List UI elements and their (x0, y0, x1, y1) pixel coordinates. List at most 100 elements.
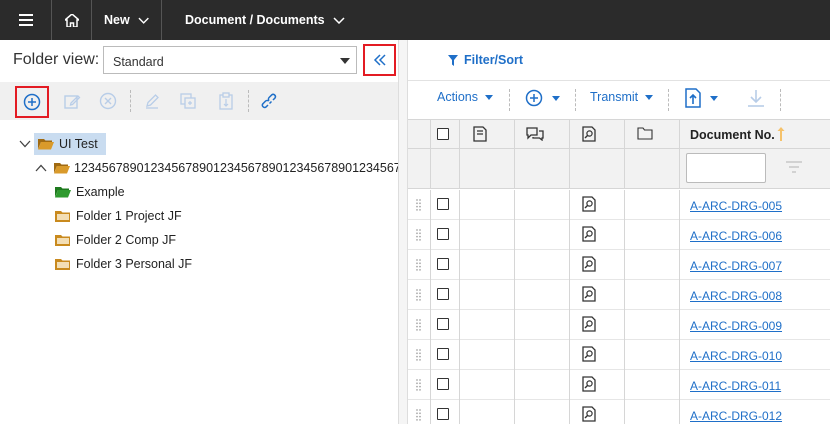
document-search-icon[interactable] (574, 196, 604, 212)
download-icon (748, 90, 764, 107)
remove-folder-button[interactable] (94, 87, 122, 115)
table-row[interactable]: A-ARC-DRG-009 (408, 310, 830, 340)
column-divider (569, 280, 570, 310)
document-search-icon[interactable] (574, 346, 604, 362)
chevron-down-icon[interactable] (19, 140, 31, 148)
add-document-menu[interactable] (525, 89, 560, 107)
document-search-icon[interactable] (574, 406, 604, 422)
tree-node-root-highlight[interactable]: UI Test (34, 133, 106, 155)
table-row[interactable]: A-ARC-DRG-010 (408, 340, 830, 370)
column-divider (569, 370, 570, 400)
filter-lines-icon[interactable] (786, 161, 802, 173)
table-row[interactable]: A-ARC-DRG-007 (408, 250, 830, 280)
menu-button[interactable] (0, 0, 52, 40)
tree-node-folder-1[interactable]: Folder 1 Project JF (55, 205, 182, 227)
column-header-preview[interactable] (574, 126, 604, 142)
copy-button[interactable] (174, 87, 202, 115)
transmit-menu[interactable]: Transmit (590, 90, 654, 104)
collapse-panel-button[interactable] (363, 44, 396, 76)
tree-node-child[interactable]: 1234567890123456789012345678901234567890… (35, 157, 408, 179)
actions-menu[interactable]: Actions (437, 90, 493, 104)
document-number-link[interactable]: A-ARC-DRG-009 (690, 319, 782, 333)
column-header-document[interactable] (466, 126, 494, 142)
document-number-link[interactable]: A-ARC-DRG-005 (690, 199, 782, 213)
folder-shared-icon (55, 234, 70, 246)
column-header-folder[interactable] (630, 127, 660, 140)
caret-down-icon (485, 94, 493, 100)
breadcrumb-menu[interactable]: Document / Documents (175, 0, 355, 40)
rename-button[interactable] (138, 87, 166, 115)
caret-down-icon (552, 95, 560, 101)
column-divider (430, 220, 431, 250)
column-divider (624, 280, 625, 310)
edit-folder-button[interactable] (58, 87, 86, 115)
tree-node-example[interactable]: Example (55, 181, 125, 203)
table-row[interactable]: A-ARC-DRG-011 (408, 370, 830, 400)
drag-handle-icon[interactable] (416, 349, 421, 361)
table-row[interactable]: A-ARC-DRG-006 (408, 220, 830, 250)
row-checkbox[interactable] (430, 348, 456, 360)
hamburger-icon (18, 14, 33, 26)
drag-handle-icon[interactable] (416, 259, 421, 271)
copy-icon (180, 93, 196, 109)
document-number-link[interactable]: A-ARC-DRG-007 (690, 259, 782, 273)
toolbar-separator (575, 89, 576, 111)
drag-handle-icon[interactable] (416, 199, 421, 211)
tree-node-label: 1234567890123456789012345678901234567890… (74, 161, 408, 175)
table-row[interactable]: A-ARC-DRG-008 (408, 280, 830, 310)
column-divider (679, 250, 680, 280)
new-menu[interactable]: New (92, 0, 162, 40)
document-search-icon[interactable] (574, 376, 604, 392)
add-folder-button[interactable] (15, 86, 49, 118)
row-checkbox[interactable] (430, 288, 456, 300)
row-checkbox[interactable] (430, 408, 456, 420)
tree-node-root[interactable]: UI Test (19, 133, 106, 155)
select-all-checkbox[interactable] (430, 128, 456, 140)
drag-handle-icon[interactable] (416, 289, 421, 301)
tree-node-folder-3[interactable]: Folder 3 Personal JF (55, 253, 192, 275)
table-row[interactable]: A-ARC-DRG-005 (408, 190, 830, 220)
column-divider (459, 340, 460, 370)
download-button[interactable] (747, 88, 765, 108)
table-row[interactable]: A-ARC-DRG-012 (408, 400, 830, 424)
home-button[interactable] (52, 0, 92, 40)
row-checkbox[interactable] (430, 318, 456, 330)
column-divider (624, 120, 625, 150)
column-divider (459, 370, 460, 400)
toolbar-separator (248, 90, 249, 112)
row-checkbox[interactable] (430, 378, 456, 390)
upload-menu[interactable] (685, 88, 718, 108)
drag-handle-icon[interactable] (416, 319, 421, 331)
document-number-link[interactable]: A-ARC-DRG-006 (690, 229, 782, 243)
column-divider (459, 250, 460, 280)
document-no-filter-input[interactable] (686, 153, 766, 183)
drag-handle-icon[interactable] (416, 379, 421, 391)
drag-handle-icon[interactable] (416, 229, 421, 241)
document-number-link[interactable]: A-ARC-DRG-008 (690, 289, 782, 303)
link-button[interactable] (255, 87, 283, 115)
column-header-comments[interactable] (520, 127, 550, 141)
document-search-icon[interactable] (574, 226, 604, 242)
close-circle-icon (99, 92, 117, 110)
document-search-icon[interactable] (574, 286, 604, 302)
folder-view-selected: Standard (113, 55, 164, 69)
row-checkbox[interactable] (430, 228, 456, 240)
row-checkbox[interactable] (430, 258, 456, 270)
document-search-icon[interactable] (574, 256, 604, 272)
column-header-document-no[interactable]: Document No. (690, 128, 775, 142)
document-number-link[interactable]: A-ARC-DRG-010 (690, 349, 782, 363)
panel-splitter[interactable] (398, 40, 408, 424)
tree-node-folder-2[interactable]: Folder 2 Comp JF (55, 229, 176, 251)
sort-ascending-icon[interactable] (777, 126, 785, 142)
folder-view-select[interactable]: Standard (103, 46, 357, 74)
document-number-link[interactable]: A-ARC-DRG-011 (690, 379, 781, 393)
paste-button[interactable] (212, 87, 240, 115)
document-number-link[interactable]: A-ARC-DRG-012 (690, 409, 782, 423)
filter-sort-button[interactable]: Filter/Sort (448, 53, 523, 67)
document-search-icon[interactable] (574, 316, 604, 332)
column-divider (459, 280, 460, 310)
chevron-up-icon[interactable] (35, 164, 47, 172)
drag-handle-icon[interactable] (416, 409, 421, 421)
upload-icon (685, 88, 701, 108)
row-checkbox[interactable] (430, 198, 456, 210)
